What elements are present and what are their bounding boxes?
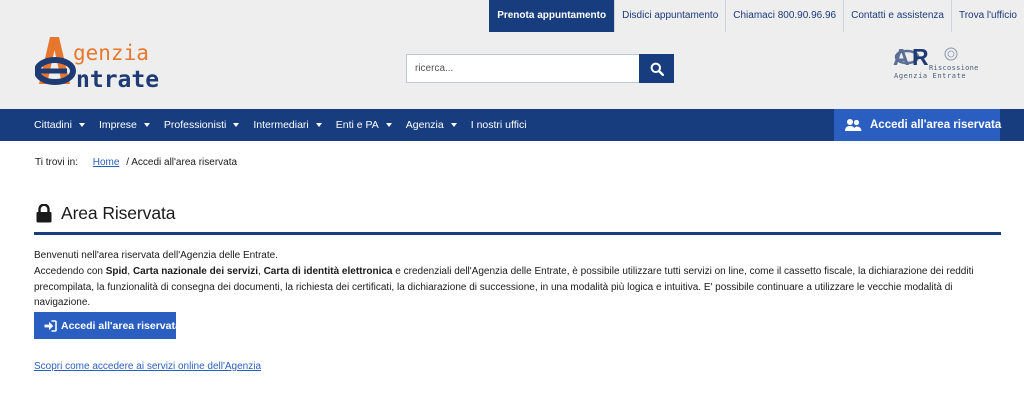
breadcrumb: Ti trovi in: Home / Accedi all'area rise…	[35, 157, 237, 168]
logo-text-genzia: genzia	[73, 41, 149, 65]
lock-icon	[36, 204, 52, 223]
nav-item-label: Enti e PA	[335, 119, 379, 131]
intro-welcome: Benvenuti nell'area riservata dell'Agenz…	[34, 250, 278, 261]
logo-graphic: genzia ntrate	[35, 37, 159, 92]
topbar-prenota-link[interactable]: Prenota appuntamento	[489, 0, 615, 32]
utility-bar: Prenota appuntamento Disdici appuntamento…	[489, 0, 1024, 32]
riscossione-logo[interactable]: A R Riscossione Agenzia Entrate	[893, 44, 989, 80]
page-title-row: Area Riservata	[36, 203, 175, 224]
site-header: Prenota appuntamento Disdici appuntamento…	[0, 0, 1024, 109]
sign-in-icon	[44, 319, 57, 332]
logo-text-ntrate: ntrate	[76, 67, 159, 92]
breadcrumb-label: Ti trovi in:	[35, 157, 78, 168]
nav-item-agenzia[interactable]: Agenzia	[400, 109, 465, 141]
search-button[interactable]	[639, 54, 674, 83]
svg-text:R: R	[912, 44, 929, 68]
caret-down-icon	[78, 123, 85, 127]
nav-item-imprese[interactable]: Imprese	[93, 109, 158, 141]
caret-down-icon	[233, 123, 240, 127]
users-icon	[845, 118, 862, 132]
riscossione-sublabel: Agenzia Entrate	[894, 72, 967, 80]
caret-down-icon	[143, 123, 150, 127]
search-input[interactable]	[406, 54, 639, 83]
nav-item-i-nostri-uffici[interactable]: I nostri uffici	[465, 109, 535, 141]
caret-down-icon	[450, 123, 457, 127]
nav-item-label: Imprese	[98, 119, 137, 131]
intro-cie: Carta di identità elettronica	[263, 265, 393, 277]
intro-paragraph: Accedendo con Spid, Carta nazionale dei …	[34, 264, 1009, 311]
main-nav: Cittadini Imprese Professionisti Intermedia…	[0, 109, 1024, 141]
intro-text: Benvenuti nell'area riservata dell'Agenz…	[34, 248, 1009, 311]
nav-menu: Cittadini Imprese Professionisti Intermedia…	[28, 109, 535, 141]
nav-item-label: Agenzia	[405, 119, 444, 131]
search-icon	[650, 62, 664, 76]
nav-item-intermediari[interactable]: Intermediari	[247, 109, 329, 141]
caret-down-icon	[315, 123, 322, 127]
login-button[interactable]: Accedi all'area riservata	[34, 312, 181, 339]
nav-item-enti-e-pa[interactable]: Enti e PA	[330, 109, 400, 141]
search-form	[406, 54, 674, 83]
topbar-trova-ufficio-link[interactable]: Trova l'ufficio	[950, 0, 1024, 32]
nav-item-label: Cittadini	[34, 119, 72, 131]
nav-login-label: Accedi all'area riservata	[870, 119, 1002, 131]
nav-login-button[interactable]: Accedi all'area riservata	[834, 109, 1002, 141]
agenzia-entrate-logo[interactable]: genzia ntrate	[35, 36, 210, 92]
nav-item-label: Intermediari	[253, 119, 309, 131]
breadcrumb-current: / Accedi all'area riservata	[126, 157, 238, 168]
page-title: Area Riservata	[61, 203, 176, 223]
topbar-contatti-link[interactable]: Contatti e assistenza	[843, 0, 951, 32]
nav-item-label: I nostri uffici	[470, 119, 527, 131]
topbar-disdici-link[interactable]: Disdici appuntamento	[614, 0, 725, 32]
title-divider	[34, 232, 1001, 235]
nav-item-cittadini[interactable]: Cittadini	[28, 109, 93, 141]
login-button-label: Accedi all'area riservata	[61, 319, 181, 332]
intro-spid: Spid	[105, 265, 128, 277]
riscossione-label: Riscossione	[929, 64, 979, 72]
intro-cns: Carta nazionale dei servizi	[132, 265, 259, 277]
nav-item-label: Professionisti	[163, 119, 227, 131]
discover-services-link[interactable]: Scopri come accedere ai servizi online d…	[34, 361, 261, 372]
intro-text-a: Accedendo con	[34, 265, 106, 277]
topbar-chiamaci-link[interactable]: Chiamaci 800.90.96.96	[725, 0, 843, 32]
caret-down-icon	[385, 123, 392, 127]
nav-item-professionisti[interactable]: Professionisti	[158, 109, 247, 141]
breadcrumb-home-link[interactable]: Home	[93, 157, 120, 168]
